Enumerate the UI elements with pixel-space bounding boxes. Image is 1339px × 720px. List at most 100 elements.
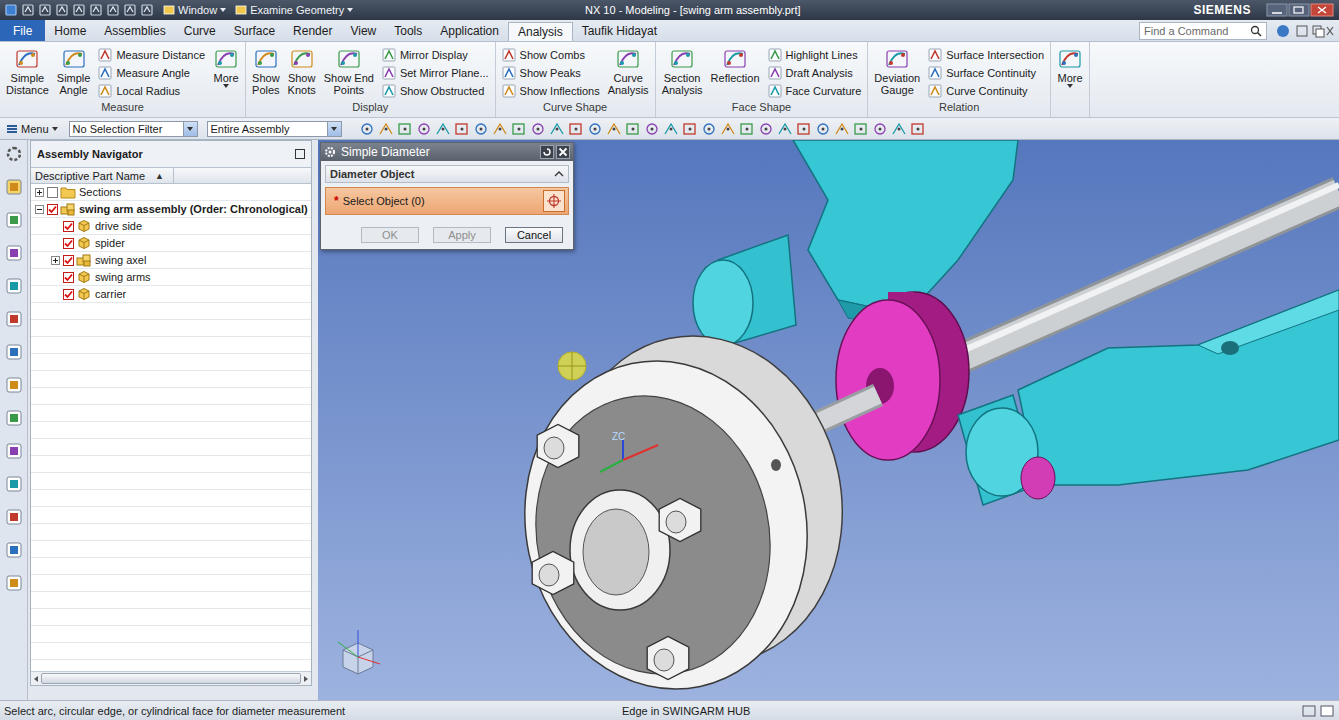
resource-tab-icon[interactable] [4,210,24,230]
ribbon-tab[interactable]: Surface [225,20,284,41]
tree-row[interactable]: swing arm assembly (Order: Chronological… [31,201,311,218]
lower-swing-arm[interactable] [958,290,1339,505]
ribbon-command[interactable]: Surface Intersection [928,46,1044,63]
ribbon-tab[interactable]: Analysis [508,22,573,41]
selection-tool-icon[interactable] [663,121,679,137]
tree-row[interactable]: swing arms [31,269,311,286]
selection-tool-icon[interactable] [397,121,413,137]
scroll-thumb[interactable] [41,673,301,684]
hex-nut[interactable] [532,551,574,594]
spider-spacer[interactable] [836,292,969,460]
ribbon-tab[interactable]: Curve [175,20,225,41]
tree-row[interactable]: carrier [31,286,311,303]
resource-tab-icon[interactable] [4,474,24,494]
selection-tool-icon[interactable] [777,121,793,137]
ribbon-tab[interactable]: Render [284,20,341,41]
select-object-button[interactable] [543,190,565,212]
selection-tool-icon[interactable] [473,121,489,137]
quick-access-icon[interactable] [21,3,35,17]
upper-swing-arm[interactable] [693,140,1018,346]
quick-access-icon[interactable] [4,3,18,17]
maximize-icon[interactable] [295,149,305,159]
hex-nut[interactable] [659,498,701,541]
ribbon-tab[interactable]: View [341,20,385,41]
visibility-checkbox[interactable] [63,289,74,300]
resource-tab-icon[interactable] [4,276,24,296]
select-object-row[interactable]: *Select Object (0) [325,187,569,215]
ribbon-tab[interactable]: Home [45,20,95,41]
expander-icon[interactable] [35,205,44,214]
visibility-checkbox[interactable] [47,187,58,198]
resource-tab-icon[interactable] [4,342,24,362]
filter-dropdown[interactable]: No Selection Filter [69,121,198,137]
resource-tab-icon[interactable] [4,144,24,164]
resource-tab-icon[interactable] [4,507,24,527]
resource-tab-icon[interactable] [4,375,24,395]
selection-tool-icon[interactable] [549,121,565,137]
reset-close-icon[interactable] [540,145,570,159]
ribbon-command[interactable]: Show Inflections [502,82,600,99]
ribbon-command[interactable]: ShowKnots [286,46,318,96]
quick-access-icon[interactable] [123,3,137,17]
ribbon-command[interactable]: Reflection [709,46,762,84]
ribbon-command[interactable]: DeviationGauge [872,46,922,96]
gear-icon[interactable] [324,146,336,158]
visibility-checkbox[interactable] [63,272,74,283]
ribbon-tools-icon[interactable] [1275,23,1335,39]
resource-tab-icon[interactable] [4,573,24,593]
selection-tool-icon[interactable] [720,121,736,137]
command-search[interactable]: Find a Command [1139,22,1267,40]
filter-dropdown[interactable]: Entire Assembly [207,121,342,137]
dialog-button[interactable]: Apply [433,227,491,243]
ribbon-command[interactable]: Surface Continuity [928,64,1044,81]
resource-tab-icon[interactable] [4,243,24,263]
ribbon-command[interactable]: ShowPoles [250,46,282,96]
selection-tool-icon[interactable] [454,121,470,137]
resource-tab-icon[interactable] [4,408,24,428]
ribbon-command[interactable]: Show Peaks [502,64,600,81]
ribbon-command[interactable]: Show EndPoints [322,46,376,96]
ribbon-command[interactable]: Measure Angle [98,64,205,81]
ribbon-command[interactable]: Face Curvature [768,82,862,99]
ribbon-command[interactable]: SimpleDistance [4,46,51,96]
ribbon-command[interactable]: Local Radius [98,82,205,99]
dialog-section-header[interactable]: Diameter Object [325,165,569,183]
visibility-checkbox[interactable] [47,204,58,215]
selection-tool-icon[interactable] [416,121,432,137]
quick-access-icon[interactable] [106,3,120,17]
resource-tab-icon[interactable] [4,540,24,560]
tree-row[interactable]: drive side [31,218,311,235]
selection-tool-icon[interactable] [891,121,907,137]
graphics-window[interactable]: ZCSimple DiameterDiameter Object*Select … [318,140,1339,700]
quick-menu[interactable]: Window [163,4,226,16]
dialog-button[interactable]: Cancel [505,227,563,243]
ribbon-command[interactable]: Highlight Lines [768,46,862,63]
selection-tool-icon[interactable] [568,121,584,137]
resource-tab-icon[interactable] [4,309,24,329]
tree-row[interactable]: spider [31,235,311,252]
quick-access-icon[interactable] [72,3,86,17]
selection-tool-icon[interactable] [796,121,812,137]
selection-tool-icon[interactable] [701,121,717,137]
swingarm-hub[interactable] [495,310,873,698]
selection-tool-icon[interactable] [644,121,660,137]
hex-nut[interactable] [647,636,689,679]
resource-tab-icon[interactable] [4,441,24,461]
quick-menu[interactable]: Examine Geometry [235,4,353,16]
selection-tool-icon[interactable] [853,121,869,137]
ribbon-command[interactable]: More [1055,46,1085,88]
expander-icon[interactable] [35,188,44,197]
selection-tool-icon[interactable] [530,121,546,137]
quick-access-icon[interactable] [140,3,154,17]
selection-tool-icon[interactable] [606,121,622,137]
tree-row[interactable]: Sections [31,184,311,201]
selection-tool-icon[interactable] [359,121,375,137]
expander-icon[interactable] [51,256,60,265]
resource-tab-icon[interactable] [4,177,24,197]
ribbon-command[interactable]: SimpleAngle [55,46,93,96]
selection-tool-icon[interactable] [435,121,451,137]
visibility-checkbox[interactable] [63,221,74,232]
ribbon-tab[interactable]: Taufik Hidayat [573,20,666,41]
selection-tool-icon[interactable] [492,121,508,137]
ribbon-command[interactable]: Draft Analysis [768,64,862,81]
